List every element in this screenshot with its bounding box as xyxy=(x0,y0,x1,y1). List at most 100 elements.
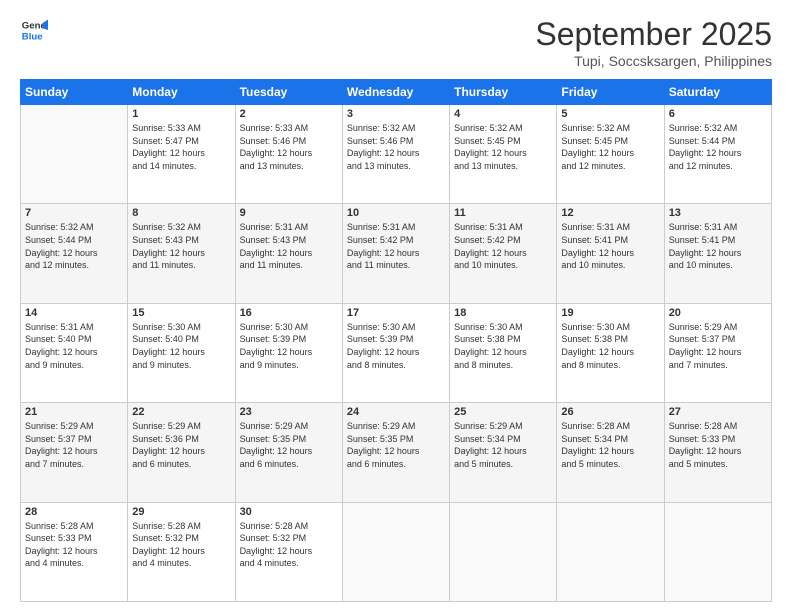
header-sunday: Sunday xyxy=(21,80,128,105)
day-number: 3 xyxy=(347,108,445,120)
day-info: Sunrise: 5:32 AMSunset: 5:45 PMDaylight:… xyxy=(561,122,659,172)
day-info: Sunrise: 5:28 AMSunset: 5:32 PMDaylight:… xyxy=(240,520,338,570)
header-saturday: Saturday xyxy=(664,80,771,105)
table-row: 20 Sunrise: 5:29 AMSunset: 5:37 PMDayligh… xyxy=(664,303,771,402)
day-number: 27 xyxy=(669,406,767,418)
table-row: 27Sunrise: 5:28 AMSunset: 5:33 PMDayligh… xyxy=(664,403,771,502)
table-row: 2 Sunrise: 5:33 AMSunset: 5:46 PMDaylight… xyxy=(235,105,342,204)
table-row xyxy=(21,105,128,204)
subtitle: Tupi, Soccsksargen, Philippines xyxy=(535,53,772,69)
header-friday: Friday xyxy=(557,80,664,105)
day-info: Sunrise: 5:30 AMSunset: 5:39 PMDaylight:… xyxy=(347,321,445,371)
day-info: Sunrise: 5:31 AMSunset: 5:42 PMDaylight:… xyxy=(347,221,445,271)
day-number: 4 xyxy=(454,108,552,120)
table-row xyxy=(450,502,557,601)
day-info: Sunrise: 5:29 AMSunset: 5:35 PMDaylight:… xyxy=(347,420,445,470)
day-info: Sunrise: 5:31 AMSunset: 5:41 PMDaylight:… xyxy=(669,221,767,271)
table-row xyxy=(342,502,449,601)
title-block: September 2025 Tupi, Soccsksargen, Phili… xyxy=(535,16,772,69)
day-number: 20 xyxy=(669,307,767,319)
header-thursday: Thursday xyxy=(450,80,557,105)
page: General Blue September 2025 Tupi, Soccsk… xyxy=(0,0,792,612)
calendar-header-row: Sunday Monday Tuesday Wednesday Thursday… xyxy=(21,80,772,105)
table-row: 23 Sunrise: 5:29 AMSunset: 5:35 PMDayligh… xyxy=(235,403,342,502)
day-info: Sunrise: 5:32 AMSunset: 5:46 PMDaylight:… xyxy=(347,122,445,172)
table-row: 22Sunrise: 5:29 AMSunset: 5:36 PMDayligh… xyxy=(128,403,235,502)
day-number: 14 xyxy=(25,307,123,319)
day-info: Sunrise: 5:28 AMSunset: 5:34 PMDaylight:… xyxy=(561,420,659,470)
day-number: 18 xyxy=(454,307,552,319)
table-row: 10 Sunrise: 5:31 AMSunset: 5:42 PMDayligh… xyxy=(342,204,449,303)
table-row xyxy=(557,502,664,601)
table-row: 5 Sunrise: 5:32 AMSunset: 5:45 PMDaylight… xyxy=(557,105,664,204)
table-row: 12 Sunrise: 5:31 AMSunset: 5:41 PMDayligh… xyxy=(557,204,664,303)
day-number: 22 xyxy=(132,406,230,418)
calendar-week-row: 7 Sunrise: 5:32 AMSunset: 5:44 PMDaylight… xyxy=(21,204,772,303)
table-row: 15Sunrise: 5:30 AMSunset: 5:40 PMDayligh… xyxy=(128,303,235,402)
table-row: 24 Sunrise: 5:29 AMSunset: 5:35 PMDayligh… xyxy=(342,403,449,502)
table-row: 28Sunrise: 5:28 AMSunset: 5:33 PMDayligh… xyxy=(21,502,128,601)
day-number: 23 xyxy=(240,406,338,418)
day-number: 9 xyxy=(240,207,338,219)
table-row: 21 Sunrise: 5:29 AMSunset: 5:37 PMDayligh… xyxy=(21,403,128,502)
month-title: September 2025 xyxy=(535,16,772,53)
calendar-week-row: 1 Sunrise: 5:33 AMSunset: 5:47 PMDaylight… xyxy=(21,105,772,204)
day-info: Sunrise: 5:30 AMSunset: 5:40 PMDaylight:… xyxy=(132,321,230,371)
header-monday: Monday xyxy=(128,80,235,105)
day-info: Sunrise: 5:32 AMSunset: 5:44 PMDaylight:… xyxy=(25,221,123,271)
day-number: 5 xyxy=(561,108,659,120)
header-tuesday: Tuesday xyxy=(235,80,342,105)
day-number: 12 xyxy=(561,207,659,219)
table-row: 4 Sunrise: 5:32 AMSunset: 5:45 PMDaylight… xyxy=(450,105,557,204)
day-number: 17 xyxy=(347,307,445,319)
day-info: Sunrise: 5:28 AMSunset: 5:32 PMDaylight:… xyxy=(132,520,230,570)
day-number: 21 xyxy=(25,406,123,418)
day-number: 11 xyxy=(454,207,552,219)
day-number: 7 xyxy=(25,207,123,219)
day-number: 25 xyxy=(454,406,552,418)
day-info: Sunrise: 5:29 AMSunset: 5:37 PMDaylight:… xyxy=(669,321,767,371)
table-row: 3 Sunrise: 5:32 AMSunset: 5:46 PMDaylight… xyxy=(342,105,449,204)
day-number: 2 xyxy=(240,108,338,120)
table-row: 25 Sunrise: 5:29 AMSunset: 5:34 PMDayligh… xyxy=(450,403,557,502)
day-info: Sunrise: 5:33 AMSunset: 5:47 PMDaylight:… xyxy=(132,122,230,172)
table-row: 6 Sunrise: 5:32 AMSunset: 5:44 PMDaylight… xyxy=(664,105,771,204)
table-row: 11Sunrise: 5:31 AMSunset: 5:42 PMDayligh… xyxy=(450,204,557,303)
day-info: Sunrise: 5:32 AMSunset: 5:45 PMDaylight:… xyxy=(454,122,552,172)
day-number: 6 xyxy=(669,108,767,120)
table-row: 29 Sunrise: 5:28 AMSunset: 5:32 PMDayligh… xyxy=(128,502,235,601)
table-row: 30Sunrise: 5:28 AMSunset: 5:32 PMDayligh… xyxy=(235,502,342,601)
day-info: Sunrise: 5:33 AMSunset: 5:46 PMDaylight:… xyxy=(240,122,338,172)
calendar-week-row: 28Sunrise: 5:28 AMSunset: 5:33 PMDayligh… xyxy=(21,502,772,601)
header-wednesday: Wednesday xyxy=(342,80,449,105)
logo-icon: General Blue xyxy=(20,16,48,44)
day-info: Sunrise: 5:31 AMSunset: 5:41 PMDaylight:… xyxy=(561,221,659,271)
day-info: Sunrise: 5:30 AMSunset: 5:38 PMDaylight:… xyxy=(561,321,659,371)
table-row: 14 Sunrise: 5:31 AMSunset: 5:40 PMDayligh… xyxy=(21,303,128,402)
table-row: 8Sunrise: 5:32 AMSunset: 5:43 PMDaylight… xyxy=(128,204,235,303)
day-info: Sunrise: 5:29 AMSunset: 5:34 PMDaylight:… xyxy=(454,420,552,470)
table-row: 16Sunrise: 5:30 AMSunset: 5:39 PMDayligh… xyxy=(235,303,342,402)
table-row: 19Sunrise: 5:30 AMSunset: 5:38 PMDayligh… xyxy=(557,303,664,402)
day-info: Sunrise: 5:30 AMSunset: 5:38 PMDaylight:… xyxy=(454,321,552,371)
day-info: Sunrise: 5:29 AMSunset: 5:35 PMDaylight:… xyxy=(240,420,338,470)
day-info: Sunrise: 5:31 AMSunset: 5:43 PMDaylight:… xyxy=(240,221,338,271)
calendar-week-row: 14 Sunrise: 5:31 AMSunset: 5:40 PMDayligh… xyxy=(21,303,772,402)
day-number: 10 xyxy=(347,207,445,219)
svg-text:Blue: Blue xyxy=(22,32,43,43)
day-info: Sunrise: 5:31 AMSunset: 5:40 PMDaylight:… xyxy=(25,321,123,371)
day-info: Sunrise: 5:29 AMSunset: 5:37 PMDaylight:… xyxy=(25,420,123,470)
table-row: 13Sunrise: 5:31 AMSunset: 5:41 PMDayligh… xyxy=(664,204,771,303)
table-row: 26Sunrise: 5:28 AMSunset: 5:34 PMDayligh… xyxy=(557,403,664,502)
table-row xyxy=(664,502,771,601)
day-number: 8 xyxy=(132,207,230,219)
day-number: 1 xyxy=(132,108,230,120)
day-number: 29 xyxy=(132,506,230,518)
day-number: 24 xyxy=(347,406,445,418)
day-info: Sunrise: 5:30 AMSunset: 5:39 PMDaylight:… xyxy=(240,321,338,371)
day-number: 28 xyxy=(25,506,123,518)
table-row: 18 Sunrise: 5:30 AMSunset: 5:38 PMDayligh… xyxy=(450,303,557,402)
table-row: 9 Sunrise: 5:31 AMSunset: 5:43 PMDaylight… xyxy=(235,204,342,303)
header: General Blue September 2025 Tupi, Soccsk… xyxy=(20,16,772,69)
day-info: Sunrise: 5:32 AMSunset: 5:44 PMDaylight:… xyxy=(669,122,767,172)
